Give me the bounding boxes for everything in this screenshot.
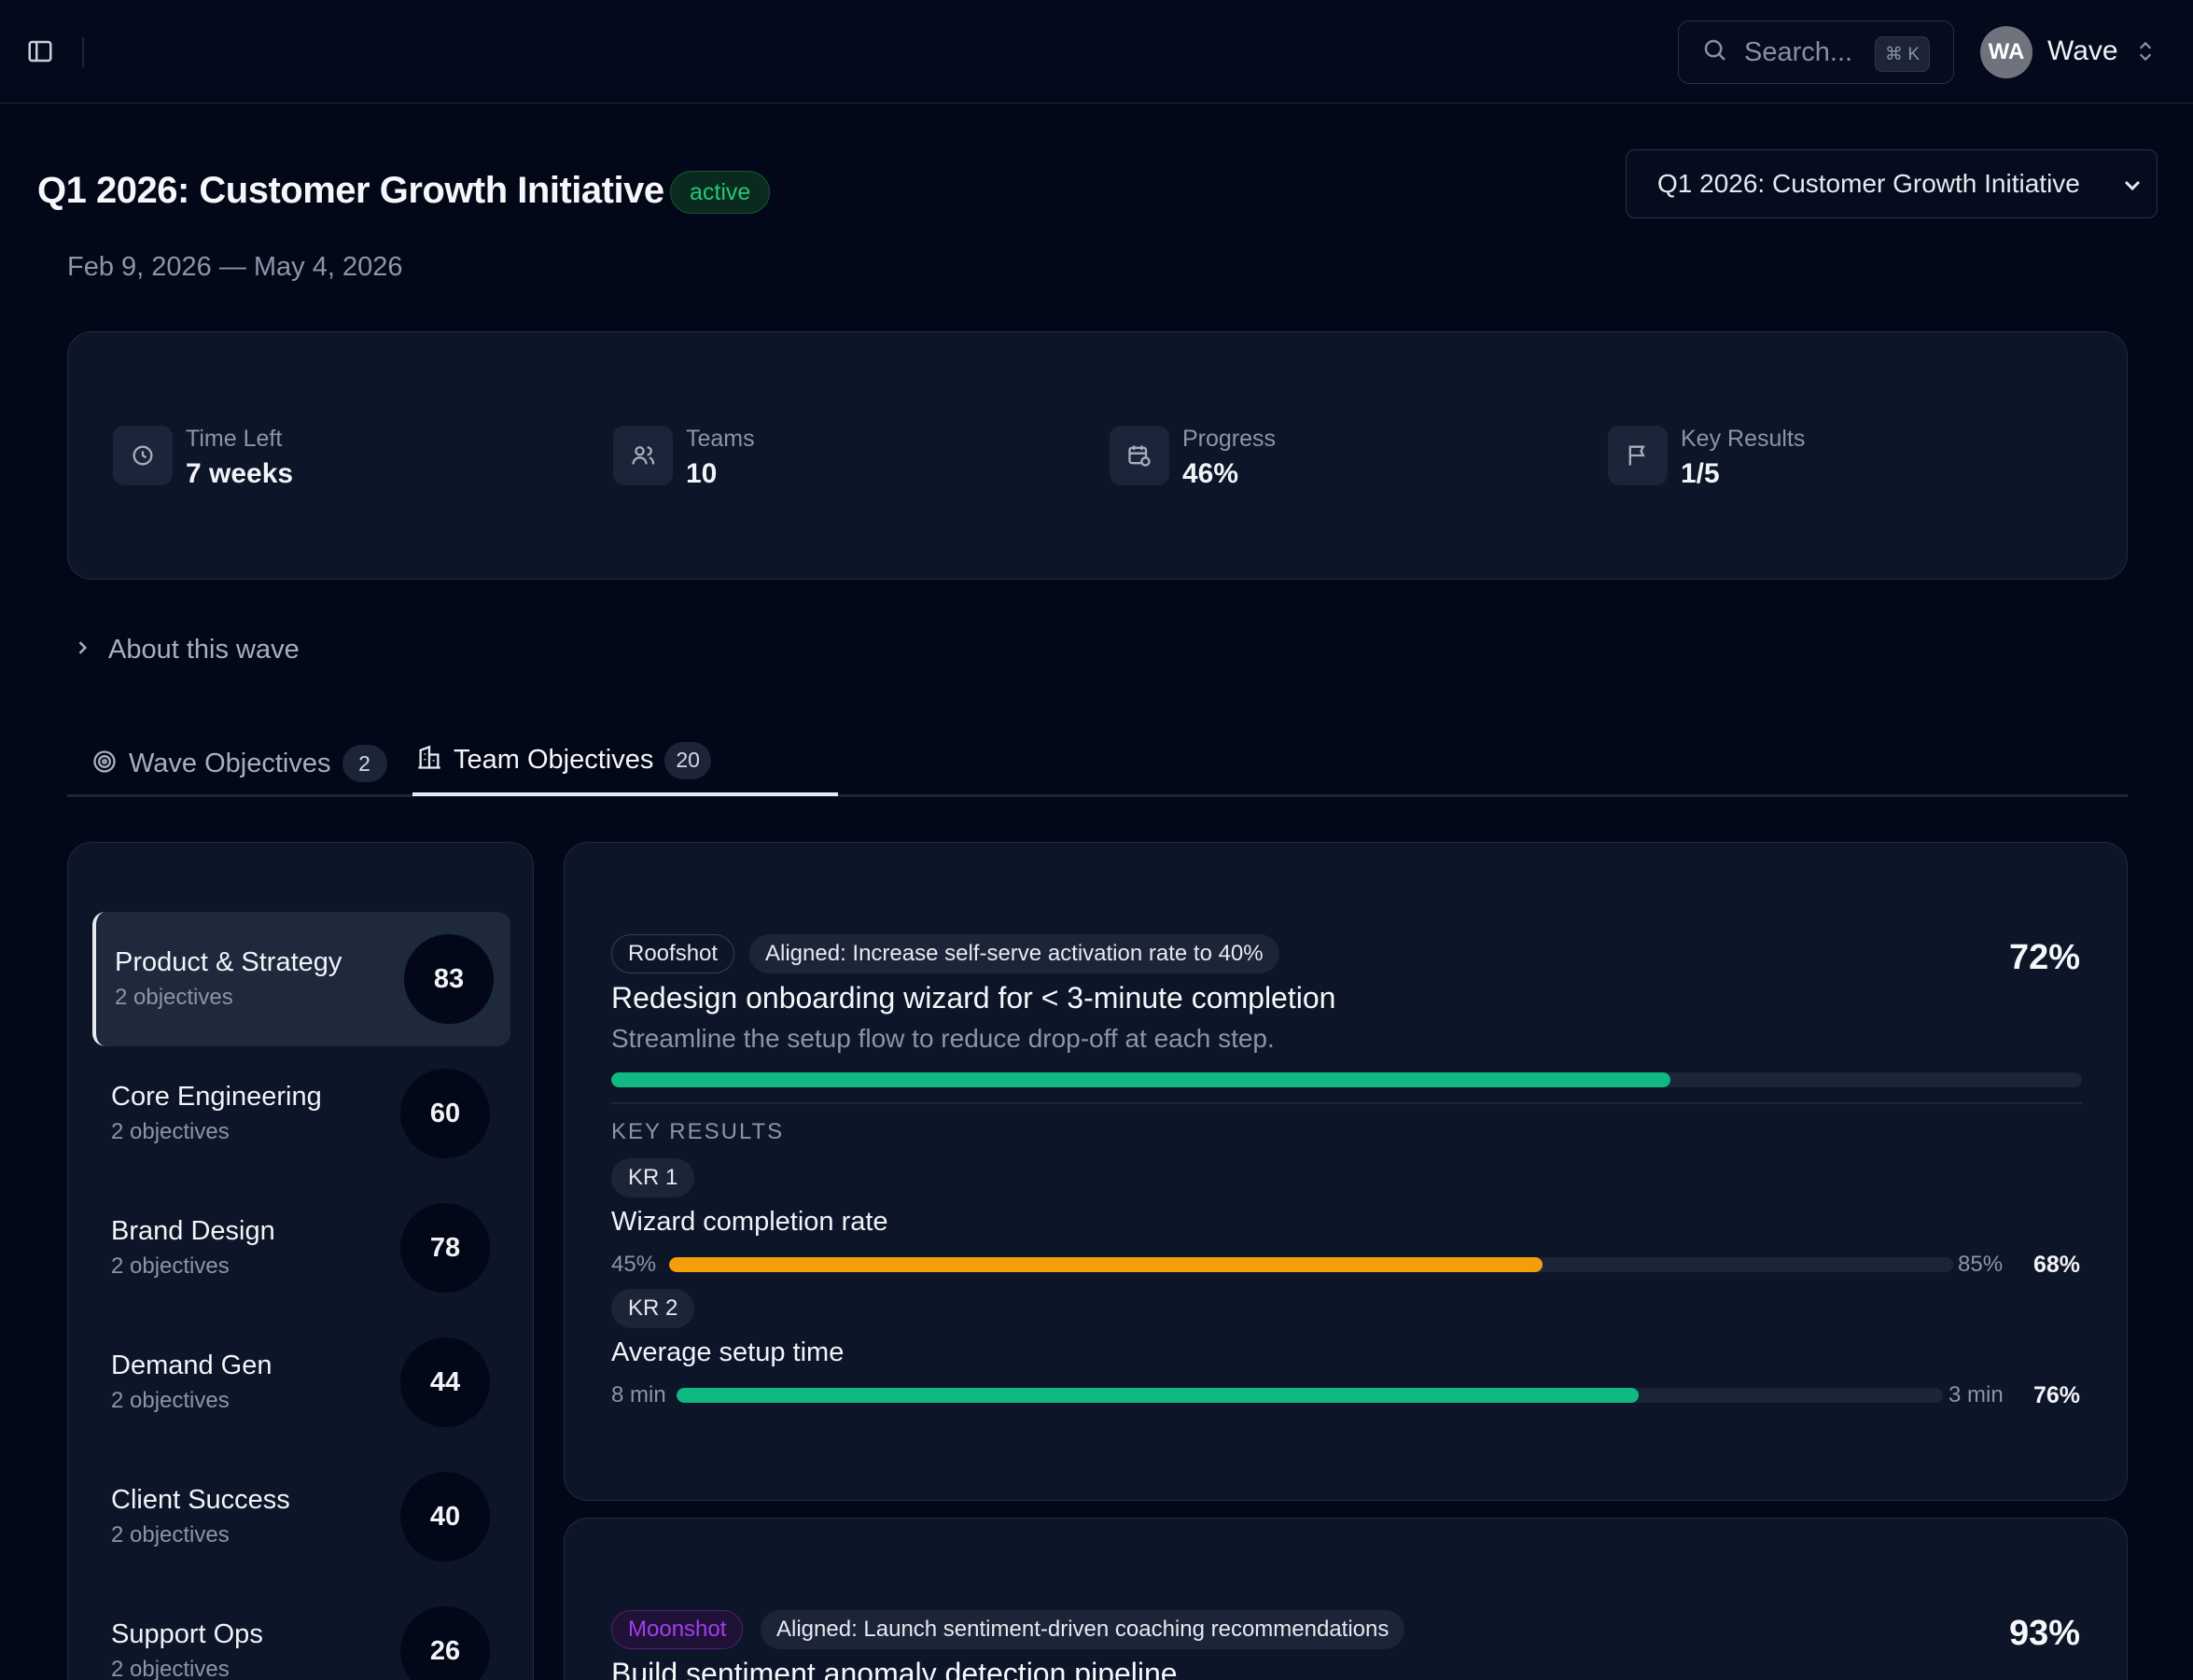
key-results-heading: KEY RESULTS xyxy=(611,1119,785,1144)
stat-value: 7 weeks xyxy=(186,458,294,489)
team-item-demand-gen[interactable]: Demand Gen 2 objectives 44 xyxy=(92,1315,510,1449)
target-icon xyxy=(91,749,118,779)
kr-progress-bar xyxy=(669,1257,1953,1272)
stats-card: Time Left 7 weeks Teams 10 Progress 46% … xyxy=(67,331,2128,580)
team-item-brand-design[interactable]: Brand Design 2 objectives 78 xyxy=(92,1181,510,1315)
team-score: 78 xyxy=(400,1203,490,1293)
kr-start-value: 8 min xyxy=(611,1382,666,1407)
team-item-core-engineering[interactable]: Core Engineering 2 objectives 60 xyxy=(92,1046,510,1181)
objective-type-badge: Roofshot xyxy=(611,934,735,973)
kr-progress-fill xyxy=(677,1388,1640,1403)
objective-description: Streamline the setup flow to reduce drop… xyxy=(611,1024,1275,1053)
objectives-tabs: Wave Objectives 2 Team Objectives 20 xyxy=(67,728,2128,797)
search-input[interactable]: Search... ⌘ K xyxy=(1678,21,1954,84)
team-objective-count: 2 objectives xyxy=(115,985,233,1010)
aligned-badge: Aligned: Increase self-serve activation … xyxy=(749,934,1279,973)
stat-value: 1/5 xyxy=(1681,458,1720,489)
kr-target-value: 3 min xyxy=(1949,1382,2004,1407)
objective-percent: 93% xyxy=(2008,1614,2080,1653)
team-objective-count: 2 objectives xyxy=(111,1388,230,1413)
kr-target-value: 85% xyxy=(1958,1252,2004,1277)
team-name: Brand Design xyxy=(111,1216,275,1246)
search-shortcut-badge: ⌘ K xyxy=(1875,36,1930,72)
team-objective-count: 2 objectives xyxy=(111,1119,230,1144)
objective-progress-fill xyxy=(611,1072,1670,1087)
about-wave-toggle[interactable]: About this wave xyxy=(73,635,300,665)
team-score: 40 xyxy=(400,1472,490,1561)
stat-teams: Teams 10 xyxy=(613,426,755,490)
team-score: 44 xyxy=(400,1337,490,1427)
objective-progress-bar xyxy=(611,1072,2082,1087)
tab-count-badge: 20 xyxy=(664,741,711,779)
workspace-name[interactable]: Wave xyxy=(2047,35,2118,67)
top-bar: Search... ⌘ K WA Wave xyxy=(0,0,2193,104)
team-item-client-success[interactable]: Client Success 2 objectives 40 xyxy=(92,1449,510,1584)
team-item-support-ops[interactable]: Support Ops 2 objectives 26 xyxy=(92,1584,510,1680)
sidebar-toggle-icon[interactable] xyxy=(24,35,56,67)
stat-label: Teams xyxy=(686,426,755,452)
users-icon xyxy=(613,426,673,485)
stat-value: 46% xyxy=(1182,458,1239,489)
objective-percent: 72% xyxy=(2008,938,2080,977)
building-icon-glyph xyxy=(416,745,442,776)
team-score: 83 xyxy=(404,934,494,1024)
calendar-clock-icon xyxy=(1110,426,1169,485)
avatar[interactable]: WA xyxy=(1980,26,2032,78)
kr-percent: 68% xyxy=(2032,1252,2080,1278)
team-name: Demand Gen xyxy=(111,1351,272,1380)
chevron-up-down-icon[interactable] xyxy=(2133,37,2158,70)
stat-value: 10 xyxy=(686,458,718,489)
stat-label: Time Left xyxy=(186,426,283,452)
team-name: Client Success xyxy=(111,1485,290,1515)
tab-wave-objectives[interactable]: Wave Objectives 2 xyxy=(91,735,387,791)
objective-title: Build sentiment anomaly detection pipeli… xyxy=(611,1657,1178,1680)
team-name: Product & Strategy xyxy=(115,947,342,977)
status-badge: active xyxy=(670,171,771,214)
stat-label: Key Results xyxy=(1681,426,1806,452)
tab-label: Wave Objectives xyxy=(129,748,331,778)
objective-title: Redesign onboarding wizard for < 3-minut… xyxy=(611,981,1336,1015)
wave-selector[interactable]: Q1 2026: Customer Growth Initiative xyxy=(1626,149,2158,218)
kr-badge: KR 1 xyxy=(611,1158,695,1197)
stat-label: Progress xyxy=(1182,426,1277,452)
chevron-down-icon xyxy=(2121,174,2144,203)
team-item-product-strategy[interactable]: Product & Strategy 2 objectives 83 xyxy=(92,912,510,1046)
chevron-right-icon xyxy=(73,638,91,662)
tab-count-badge: 2 xyxy=(342,745,387,782)
team-objective-count: 2 objectives xyxy=(111,1522,230,1547)
about-wave-label: About this wave xyxy=(108,635,300,665)
clock-icon xyxy=(113,426,173,485)
topbar-divider xyxy=(82,37,84,67)
search-placeholder: Search... xyxy=(1744,36,1853,67)
aligned-badge: Aligned: Launch sentiment-driven coachin… xyxy=(761,1610,1405,1649)
team-name: Support Ops xyxy=(111,1619,263,1649)
tab-team-objectives[interactable]: Team Objectives 20 xyxy=(412,728,838,796)
kr-name: Average setup time xyxy=(611,1337,845,1367)
kr-name: Wizard completion rate xyxy=(611,1207,888,1237)
stat-progress: Progress 46% xyxy=(1110,426,1276,490)
wave-selector-value: Q1 2026: Customer Growth Initiative xyxy=(1657,169,2080,198)
stat-time-left: Time Left 7 weeks xyxy=(113,426,293,490)
objective-type-badge: Moonshot xyxy=(611,1610,744,1649)
search-icon xyxy=(1701,36,1729,69)
team-objective-count: 2 objectives xyxy=(111,1253,230,1279)
tab-label: Team Objectives xyxy=(454,745,654,775)
kr-progress-bar xyxy=(677,1388,1943,1403)
kr-start-value: 45% xyxy=(611,1252,657,1277)
flag-icon xyxy=(1608,426,1668,485)
stat-key-results: Key Results 1/5 xyxy=(1608,426,1805,490)
team-objective-count: 2 objectives xyxy=(111,1657,230,1680)
objective-card[interactable]: Moonshot Aligned: Launch sentiment-drive… xyxy=(564,1518,2128,1680)
objective-card[interactable]: Roofshot Aligned: Increase self-serve ac… xyxy=(564,842,2128,1501)
team-score: 60 xyxy=(400,1069,490,1158)
divider xyxy=(611,1102,2082,1104)
teams-list: Product & Strategy 2 objectives 83 Core … xyxy=(67,842,534,1680)
kr-progress-fill xyxy=(669,1257,1543,1272)
team-name: Core Engineering xyxy=(111,1082,322,1112)
team-score: 26 xyxy=(400,1606,490,1680)
page-title: Q1 2026: Customer Growth Initiative xyxy=(37,170,664,211)
kr-badge: KR 2 xyxy=(611,1289,695,1328)
date-range: Feb 9, 2026 — May 4, 2026 xyxy=(67,252,403,282)
kr-percent: 76% xyxy=(2032,1382,2080,1408)
